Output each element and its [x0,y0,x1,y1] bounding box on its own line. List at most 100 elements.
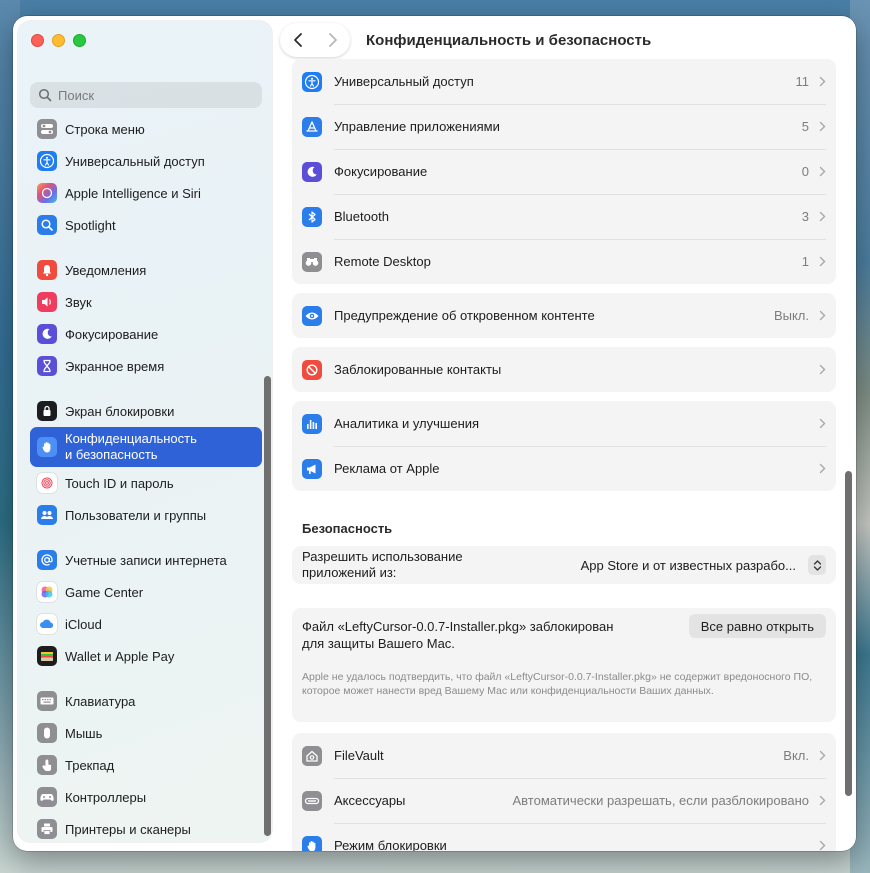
zoom-button[interactable] [73,34,86,47]
sidebar-item-privacy-security[interactable]: Конфиденциальность и безопасность [30,427,262,467]
sidebar-item-label: Клавиатура [65,693,136,709]
sidebar-item-trackpad[interactable]: Трекпад [30,749,262,781]
row-bluetooth[interactable]: Bluetooth 3 [292,194,836,239]
row-filevault[interactable]: FileVault Вкл. [292,733,836,778]
chevron-right-icon [819,166,826,177]
row-blocked-contacts[interactable]: Заблокированные контакты [292,347,836,392]
row-sensitive-content[interactable]: Предупреждение об откровенном контенте В… [292,293,836,338]
row-lockdown-mode[interactable]: Режим блокировки [292,823,836,851]
close-button[interactable] [31,34,44,47]
remote-desktop-icon [302,251,322,272]
chevron-right-icon [819,211,826,222]
sidebar-item-users[interactable]: Пользователи и группы [30,499,262,531]
minimize-button[interactable] [52,34,65,47]
sidebar-separator [30,241,262,254]
sidebar-item-label: Уведомления [65,262,147,278]
controllers-icon [37,787,57,807]
sidebar-item-label: Wallet и Apple Pay [65,648,175,664]
sidebar-item-menubar[interactable]: Строка меню [30,113,262,145]
app-management-icon [302,116,322,137]
chevron-left-icon [293,33,302,47]
row-value: 0 [801,164,809,179]
updown-chevron-icon [813,559,821,571]
sidebar-item-notifications[interactable]: Уведомления [30,254,262,286]
sidebar-item-gamecenter[interactable]: Game Center [30,576,262,608]
sound-icon [37,292,57,312]
sidebar-item-keyboard[interactable]: Клавиатура [30,685,262,717]
sidebar-item-spotlight[interactable]: Spotlight [30,209,262,241]
row-app-management[interactable]: Управление приложениями 5 [292,104,836,149]
row-label: Аксессуары [334,793,406,808]
sidebar-item-label: iCloud [65,616,102,632]
touchid-icon [37,473,57,493]
row-value: Вкл. [783,748,809,763]
sidebar-item-screentime[interactable]: Экранное время [30,350,262,382]
allow-apps-label-line1: Разрешить использование [302,549,463,564]
icloud-icon [37,614,57,634]
blocked-file-message: Файл «LeftyCursor-0.0.7-Installer.pkg» з… [302,618,652,652]
security-section-title: Безопасность [302,521,393,536]
sidebar-item-printers[interactable]: Принтеры и сканеры [30,813,262,842]
row-accessories[interactable]: Аксессуары Автоматически разрешать, если… [292,778,836,823]
security-options-group: FileVault Вкл. Аксессуары Автоматически … [292,733,836,851]
sidebar-item-lockscreen[interactable]: Экран блокировки [30,395,262,427]
main-scrollbar-thumb[interactable] [845,471,852,796]
trackpad-icon [37,755,57,775]
sensitive-content-icon [302,305,322,326]
sidebar-item-touchid[interactable]: Touch ID и пароль [30,467,262,499]
row-label: Заблокированные контакты [334,362,502,377]
sensitive-content-group: Предупреждение об откровенном контенте В… [292,293,836,338]
sidebar-separator [30,672,262,685]
mouse-icon [37,723,57,743]
blocked-icon [302,359,322,380]
sidebar-item-label: Звук [65,294,92,310]
sidebar-item-wallet[interactable]: Wallet и Apple Pay [30,640,262,672]
sidebar-item-focus[interactable]: Фокусирование [30,318,262,350]
allow-apps-popup-button[interactable] [808,555,826,575]
open-anyway-button[interactable]: Все равно открыть [688,614,826,638]
row-apple-ads[interactable]: Реклама от Apple [292,446,836,491]
row-label: Реклама от Apple [334,461,440,476]
sidebar-item-internet-accounts[interactable]: Учетные записи интернета [30,544,262,576]
sidebar-item-siri[interactable]: Apple Intelligence и Siri [30,177,262,209]
sidebar-item-label-line1: Конфиденциальность [65,431,197,446]
analytics-icon [302,413,322,434]
row-value: Автоматически разрешать, если разблокиро… [512,793,810,808]
sidebar-item-icloud[interactable]: iCloud [30,608,262,640]
main-scrollbar[interactable] [845,71,852,851]
row-value: 1 [801,254,809,269]
ads-icon [302,458,322,479]
back-button[interactable] [280,23,315,57]
forward-button[interactable] [315,23,350,57]
row-label: Фокусирование [334,164,428,179]
row-label: Управление приложениями [334,119,500,134]
page-title: Конфиденциальность и безопасность [366,32,652,49]
allow-apps-select-value[interactable]: App Store и от известных разрабо... [552,558,808,573]
sidebar-item-label: Фокусирование [65,326,159,342]
sidebar-item-label: Трекпад [65,757,115,773]
row-focus[interactable]: Фокусирование 0 [292,149,836,194]
row-accessibility[interactable]: Универсальный доступ 11 [292,59,836,104]
gamecenter-icon [37,582,57,602]
navigation-buttons [280,23,350,57]
chevron-right-icon [328,33,337,47]
chevron-right-icon [819,840,826,851]
row-remote-desktop[interactable]: Remote Desktop 1 [292,239,836,284]
search-field[interactable]: Поиск [30,82,262,108]
sidebar-item-controllers[interactable]: Контроллеры [30,781,262,813]
sidebar-scrollbar[interactable] [264,376,271,836]
sidebar-item-accessibility[interactable]: Универсальный доступ [30,145,262,177]
row-value: 11 [795,74,810,89]
window-controls [31,34,86,47]
row-label: Режим блокировки [334,838,447,851]
row-analytics[interactable]: Аналитика и улучшения [292,401,836,446]
settings-window: Поиск Строка меню Универсальный доступ A… [13,16,856,851]
sidebar-item-sound[interactable]: Звук [30,286,262,318]
sidebar-item-mouse[interactable]: Мышь [30,717,262,749]
sidebar-separator [30,531,262,544]
chevron-right-icon [819,256,826,267]
chevron-right-icon [819,418,826,429]
notifications-icon [37,260,57,280]
chevron-right-icon [819,76,826,87]
sidebar-item-label: Apple Intelligence и Siri [65,185,201,201]
